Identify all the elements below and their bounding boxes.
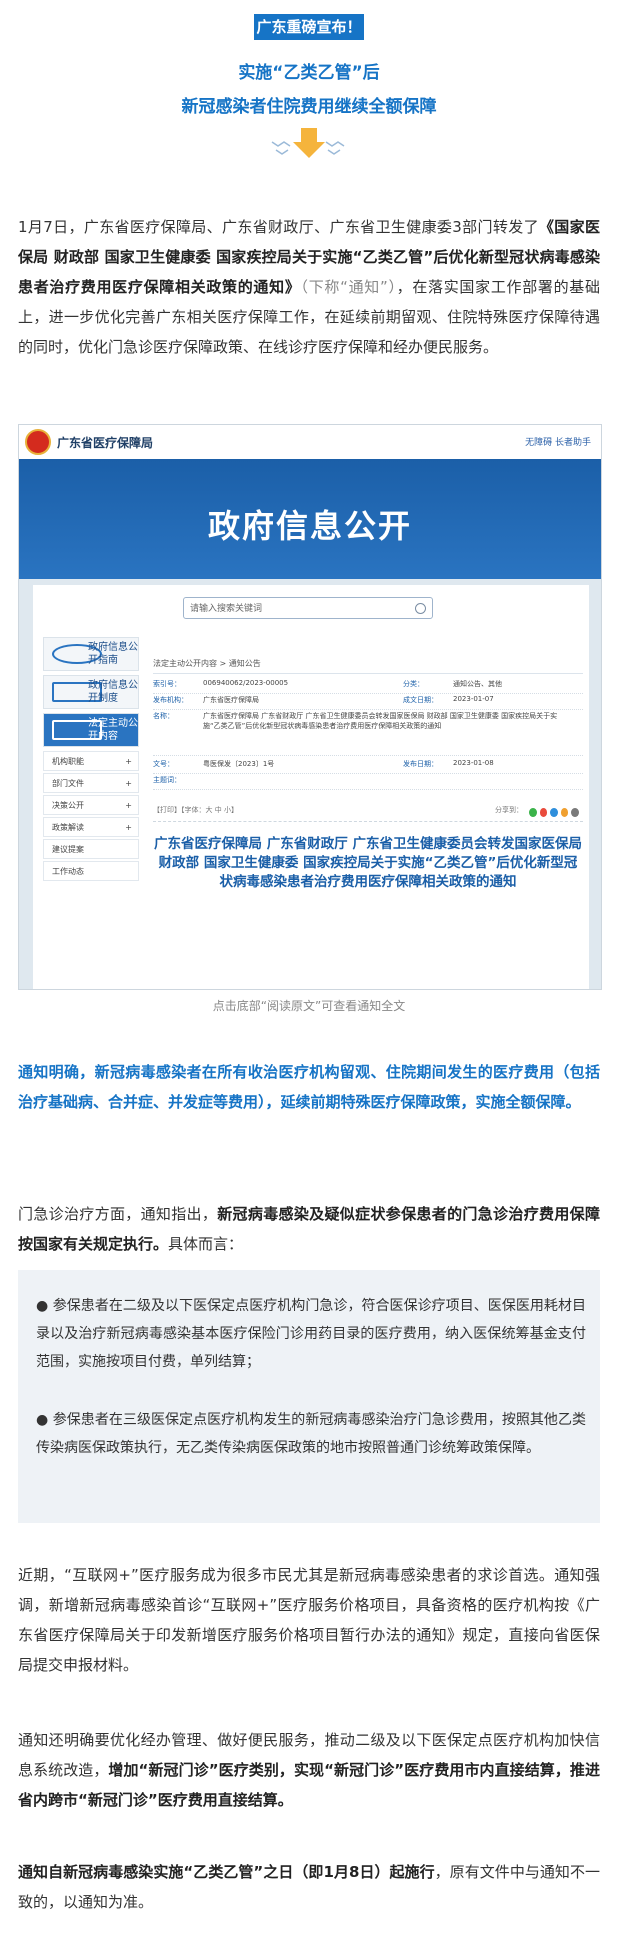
share-icons	[529, 808, 579, 818]
side-item: 工作动态	[43, 861, 139, 881]
side-box-rules: 政府信息公开制度	[43, 675, 139, 709]
side-box-guide: 政府信息公开指南	[43, 637, 139, 671]
site-name: 广东省医疗保障局	[57, 436, 154, 450]
side-item-label: 决策公开	[52, 801, 84, 810]
effective-paragraph: 通知自新冠病毒感染实施“乙类乙管”之日（即1月8日）起施行，原有文件中与通知不一…	[18, 1863, 600, 1911]
image-caption: 点击底部“阅读原文”可查看通知全文	[212, 999, 406, 1013]
share-label: 分享到：	[495, 806, 523, 814]
website-screenshot: 广东省医疗保障局 无障碍 长者助手 政府信息公开 请输入搜索关键词 政府信息公开…	[18, 424, 602, 990]
side-item: 决策公开 +	[43, 795, 139, 815]
site-topbar: 广东省医疗保障局 无障碍 长者助手	[19, 425, 601, 459]
side-item-label: 政策解读	[52, 823, 84, 832]
side-item-label: 工作动态	[52, 867, 84, 876]
outpatient-paragraph: 门急诊治疗方面，通知指出，新冠病毒感染及疑似症状参保患者的门急诊治疗费用保障按国…	[18, 1205, 600, 1253]
meta-row: 名称： 广东省医疗保障局 广东省财政厅 广东省卫生健康委员会转发国家医保局 财政…	[153, 711, 583, 756]
side-item-label: 部门文件	[52, 779, 84, 788]
side-item-label: 机构职能	[52, 757, 84, 766]
side-item-label: 建议提案	[52, 845, 84, 854]
site-search-input: 请输入搜索关键词	[183, 597, 433, 619]
quote-item: ● 参保患者在三级医保定点医疗机构发生的新冠病毒感染治疗门急诊费用，按照其他乙类…	[36, 1412, 586, 1456]
side-item: 部门文件 +	[43, 773, 139, 793]
side-item: 政策解读 +	[43, 817, 139, 837]
search-icon	[415, 603, 426, 614]
side-box-label: 政府信息公开指南	[88, 642, 138, 666]
header-line-2: 新冠感染者住院费用继续全额保障	[181, 97, 437, 117]
document-tools: 【打印】【字体：大 中 小】 分享到：	[153, 805, 583, 822]
breadcrumb: 法定主动公开内容 > 通知公告	[153, 655, 583, 674]
print-font-tools: 【打印】【字体：大 中 小】	[153, 806, 238, 814]
side-item: 建议提案	[43, 839, 139, 859]
quote-item: ● 参保患者在二级及以下医保定点医疗机构门急诊，符合医保诊疗项目、医保医用耗材目…	[36, 1298, 586, 1370]
intro-paragraph: 1月7日，广东省医疗保障局、广东省财政厅、广东省卫生健康委3部门转发了《国家医保…	[18, 212, 600, 362]
header-line-1: 实施“乙类乙管”后	[238, 63, 380, 83]
meta-row: 文号： 粤医保发〔2023〕1号 发布日期： 2023-01-08	[153, 759, 583, 774]
side-box-active: 法定主动公开内容	[43, 713, 139, 747]
meta-row: 主题词：	[153, 775, 583, 790]
internet-paragraph: 近期，“互联网+”医疗服务成为很多市民尤其是新冠病毒感染患者的求诊首选。通知强调…	[18, 1566, 600, 1674]
site-banner: 政府信息公开	[19, 459, 601, 579]
service-paragraph: 通知还明确要优化经办管理、做好便民服务，推动二级及以下医保定点医疗机构加快信息系…	[18, 1731, 600, 1809]
banner-title: 政府信息公开	[207, 507, 412, 545]
national-emblem-icon	[25, 429, 51, 455]
intro-text: 1月7日，广东省医疗保障局、广东省财政厅、广东省卫生健康委3部门转发了	[18, 218, 539, 236]
document-panel: 法定主动公开内容 > 通知公告 索引号： 006940062/2023-0000…	[153, 655, 583, 975]
site-content-card: 请输入搜索关键词 政府信息公开指南 政府信息公开制度 法定主动公开内容 机构职能…	[33, 585, 589, 989]
inpatient-paragraph: 通知明确，新冠病毒感染者在所有收治医疗机构留观、住院期间发生的医疗费用（包括治疗…	[18, 1063, 600, 1111]
side-item: 机构职能 +	[43, 751, 139, 771]
search-placeholder: 请输入搜索关键词	[190, 604, 263, 614]
document-headline: 广东省医疗保障局 广东省财政厅 广东省卫生健康委员会转发国家医保局 财政部 国家…	[154, 836, 582, 890]
article-header: 广东重磅宣布！ 实施“乙类乙管”后 新冠感染者住院费用继续全额保障	[0, 0, 618, 180]
side-box-label: 法定主动公开内容	[88, 718, 138, 742]
down-arrow-icon	[271, 128, 345, 158]
headline-tag: 广东重磅宣布！	[254, 14, 364, 40]
meta-row: 发布机构： 广东省医疗保障局 成文日期： 2023-01-07	[153, 695, 583, 710]
side-box-label: 政府信息公开制度	[88, 680, 138, 704]
notice-alias: （下称“通知”）	[300, 278, 397, 296]
site-top-links: 无障碍 长者助手	[525, 438, 591, 448]
quote-block: ● 参保患者在二级及以下医保定点医疗机构门急诊，符合医保诊疗项目、医保医用耗材目…	[18, 1270, 600, 1523]
meta-row: 索引号： 006940062/2023-00005 分类： 通知公告、其他	[153, 679, 583, 694]
